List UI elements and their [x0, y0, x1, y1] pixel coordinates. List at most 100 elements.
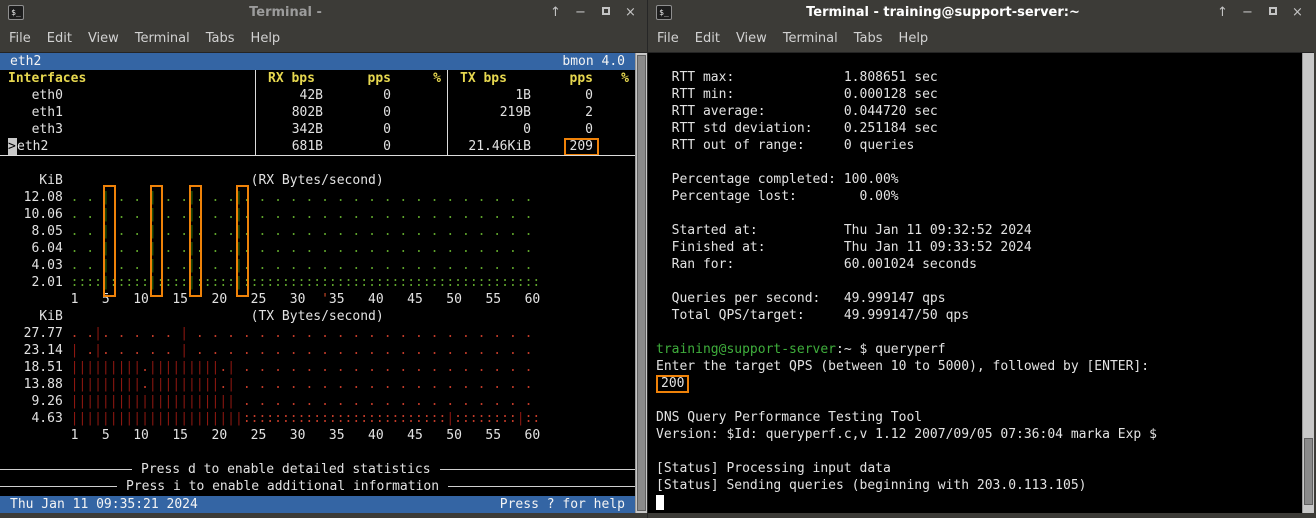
help-line-additional: Press i to enable additional information: [0, 478, 635, 495]
y-tick-label: 10.06: [8, 207, 71, 222]
menu-terminal[interactable]: Terminal: [135, 31, 190, 46]
graph-data-row: 6.04 . . | . . | . .|. . .|. . . . . . .…: [0, 240, 635, 257]
scrollbar-thumb[interactable]: [637, 55, 646, 511]
graph-dot: . .: [71, 326, 94, 341]
terminal-content: RTT max: 1.808651 sec RTT min: 0.000128 …: [648, 52, 1314, 513]
y-tick-label: 27.77: [8, 326, 71, 341]
maximize-icon[interactable]: [597, 0, 614, 25]
bmon-statusbar: Thu Jan 11 09:35:21 2024 Press ? for hel…: [0, 496, 635, 513]
terminal-line: [656, 392, 1302, 409]
menu-help[interactable]: Help: [251, 31, 281, 46]
graph-dot: . . . . .: [102, 343, 180, 358]
close-icon[interactable]: ×: [622, 0, 639, 25]
y-tick-label: 4.03: [8, 258, 71, 273]
menu-edit[interactable]: Edit: [47, 31, 72, 46]
scrollbar-thumb[interactable]: [1304, 438, 1313, 505]
shade-icon[interactable]: ↑: [1214, 0, 1231, 25]
menu-edit[interactable]: Edit: [695, 31, 720, 46]
graph-title-line: KiB (TX Bytes/second): [0, 308, 635, 325]
graph-bar: |||||||||: [71, 360, 141, 375]
shade-icon[interactable]: ↑: [547, 0, 564, 25]
graph-bar: |||||||||: [149, 360, 219, 375]
menu-terminal[interactable]: Terminal: [783, 31, 838, 46]
menubar: File Edit View Terminal Tabs Help: [0, 25, 647, 52]
terminal-line: DNS Query Performance Testing Tool: [656, 409, 1302, 426]
y-tick-label: 12.08: [8, 190, 71, 205]
graph-bar: |: [446, 411, 454, 426]
highlight-box: [189, 185, 202, 297]
graph-dot: ::::::::::::::::::::::::::::::::::::::: [243, 275, 540, 290]
terminal-cursor: [656, 495, 664, 510]
interface-row-eth3: eth3 342B 0 0 0: [0, 121, 635, 138]
minimize-icon[interactable]: −: [572, 0, 589, 25]
menu-tabs[interactable]: Tabs: [206, 31, 235, 46]
graph-dot: . . . . . . . . . . . . . . . . . . . . …: [188, 343, 540, 358]
graph-x-axis: 1 5 10 15 20 25 30 35 40 45 50 55 60: [0, 427, 635, 444]
terminal-line: Queries per second: 49.999147 qps: [656, 290, 1302, 307]
help-line-detailed: Press d to enable detailed statistics: [0, 461, 635, 478]
graph-dot: .: [219, 360, 227, 375]
interface-table-header: Interfaces RX bps pps % TX bps pps %: [0, 70, 635, 87]
menu-view[interactable]: View: [88, 31, 119, 46]
titlebar[interactable]: $_ Terminal - training@support-server:~ …: [648, 0, 1314, 25]
highlight-box: [150, 185, 163, 297]
selection-cursor: >: [8, 138, 17, 155]
maximize-icon[interactable]: [1264, 0, 1281, 25]
bmon-topbar: eth2 bmon 4.0: [0, 53, 635, 70]
window-bmon: $_ Terminal - ↑ − × File Edit View Termi…: [0, 0, 647, 518]
highlight-box: [103, 185, 116, 297]
menu-view[interactable]: View: [736, 31, 767, 46]
graph-dot: ::: [525, 411, 541, 426]
table-divider: [0, 155, 635, 172]
graph-bar: |||||||||: [149, 377, 219, 392]
graph-dot: . . . . .: [102, 326, 180, 341]
interface-row-eth2-selected: >eth2 681B 0 21.46KiB 209: [0, 138, 635, 155]
blank-row: [0, 444, 635, 461]
graph-dot: . . . . . . . . . . . . . . . . . . .: [243, 241, 540, 256]
bmon-selected-interface: eth2: [10, 53, 41, 70]
terminal-line: training@support-server:~ $ queryperf: [656, 341, 1302, 358]
terminal-line: Percentage completed: 100.00%: [656, 171, 1302, 188]
terminal-line: Finished at: Thu Jan 11 09:33:52 2024: [656, 239, 1302, 256]
y-tick-label: 6.04: [8, 241, 71, 256]
graph-bar: |||||||||: [71, 377, 141, 392]
terminal-line: Percentage lost: 0.00%: [656, 188, 1302, 205]
y-tick-label: 9.26: [8, 394, 71, 409]
close-icon[interactable]: ×: [1289, 0, 1306, 25]
terminal-line: Total QPS/target: 49.999147/50 qps: [656, 307, 1302, 324]
graph-bar: |: [180, 343, 188, 358]
titlebar[interactable]: $_ Terminal - ↑ − ×: [0, 0, 647, 25]
terminal-line: RTT average: 0.044720 sec: [656, 103, 1302, 120]
graph-bar: |: [517, 411, 525, 426]
menu-help[interactable]: Help: [899, 31, 929, 46]
graph-dot: ::::::::: [454, 411, 517, 426]
terminal-app-icon: $_: [656, 5, 672, 20]
terminal-line: Ran for: 60.001024 seconds: [656, 256, 1302, 273]
minimize-icon[interactable]: −: [1239, 0, 1256, 25]
graph-dot: . .: [71, 241, 102, 256]
graph-bar: |: [94, 343, 102, 358]
graph-dot: . .: [71, 190, 102, 205]
menu-file[interactable]: File: [657, 31, 679, 46]
menu-file[interactable]: File: [9, 31, 31, 46]
graph-dot: . . . . . . . . . . . . . . . . . . . . …: [188, 326, 540, 341]
menu-tabs[interactable]: Tabs: [854, 31, 883, 46]
interface-row-eth0: eth0 42B 0 1B 0: [0, 87, 635, 104]
graph-data-row: 18.51 |||||||||.|||||||||.| . . . . . . …: [0, 359, 635, 376]
menubar: File Edit View Terminal Tabs Help: [648, 25, 1314, 52]
scrollbar[interactable]: [635, 53, 647, 513]
interface-row-eth1: eth1 802B 0 219B 2: [0, 104, 635, 121]
graph-dot: . . . . . . . . . . . . . . . . . . .: [243, 190, 540, 205]
graph-dot: . . . . . . . . . . . . . . . . . . .: [235, 394, 540, 409]
y-tick-label: 23.14: [8, 343, 71, 358]
graph-dot: . . . . . . . . . . . . . . . . . . .: [235, 377, 540, 392]
axis-marker-tick: ': [321, 292, 329, 307]
terminal-line: [656, 324, 1302, 341]
graph-bar: |: [180, 326, 188, 341]
y-tick-label: 13.88: [8, 377, 71, 392]
graph-data-row: 13.88 |||||||||.|||||||||.| . . . . . . …: [0, 376, 635, 393]
terminal-line: [656, 494, 1302, 511]
terminal-line: 200: [656, 375, 1302, 392]
terminal-line: Enter the target QPS (between 10 to 5000…: [656, 358, 1302, 375]
scrollbar[interactable]: [1302, 53, 1314, 513]
